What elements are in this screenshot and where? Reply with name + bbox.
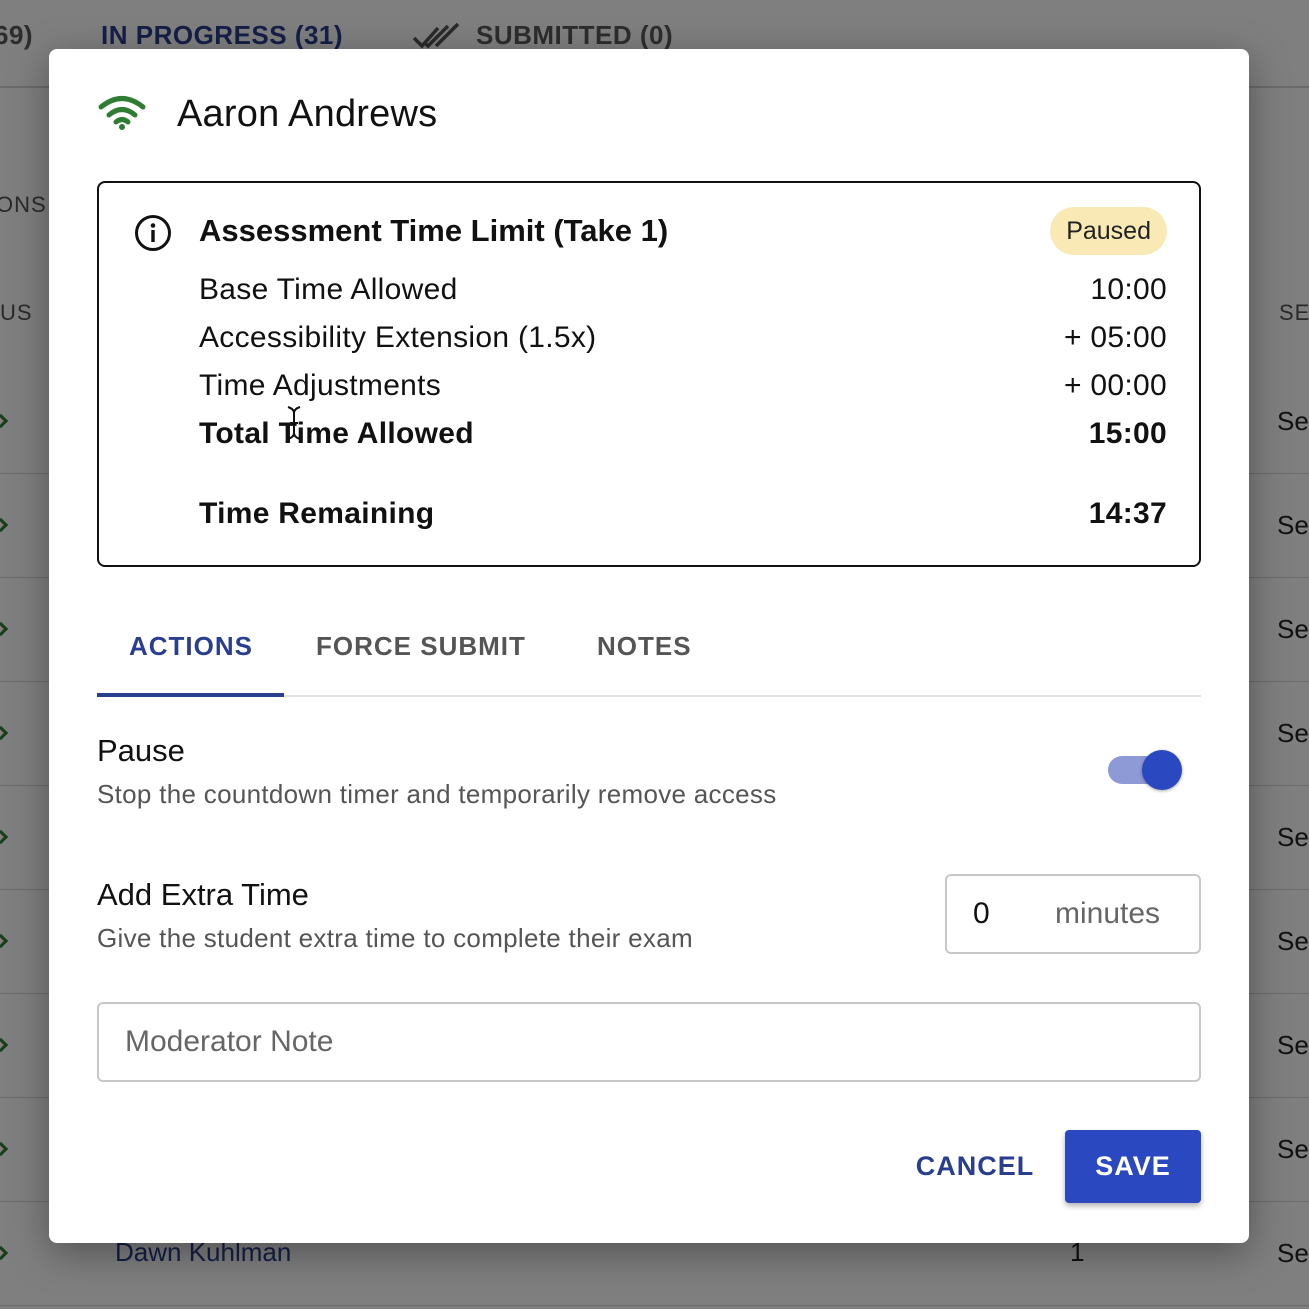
time-row-label: Base Time Allowed <box>199 273 458 306</box>
time-row-label: Accessibility Extension (1.5x) <box>199 321 597 354</box>
status-badge: Paused <box>1050 207 1167 255</box>
tab-indicator <box>97 693 284 697</box>
time-limit-title: Assessment Time Limit (Take 1) <box>199 213 669 248</box>
time-row-total: Total Time Allowed 15:00 <box>199 417 1167 451</box>
time-row-adjustments: Time Adjustments + 00:00 <box>199 369 1167 403</box>
cancel-button[interactable]: CANCEL <box>905 1130 1045 1202</box>
time-row-value: 10:00 <box>1090 273 1167 306</box>
time-remaining-value: 14:37 <box>1088 497 1167 530</box>
student-time-dialog: Aaron Andrews Assessment Time Limit (Tak… <box>49 49 1249 1243</box>
time-row-label: Time Adjustments <box>199 369 442 402</box>
dialog-header: Aaron Andrews <box>97 89 437 139</box>
pause-description: Stop the countdown timer and temporarily… <box>97 779 777 809</box>
time-row-label: Total Time Allowed <box>199 417 474 450</box>
time-row-remaining: Time Remaining 14:37 <box>199 497 1167 531</box>
wifi-icon <box>98 96 146 130</box>
time-remaining-label: Time Remaining <box>199 497 435 530</box>
time-limit-panel: Assessment Time Limit (Take 1) Paused Ba… <box>97 181 1201 567</box>
tab-actions[interactable]: ACTIONS <box>129 631 253 662</box>
time-row-value: 15:00 <box>1088 417 1167 450</box>
info-icon <box>135 215 171 251</box>
moderator-note-field <box>97 1002 1201 1082</box>
tab-force-submit[interactable]: FORCE SUBMIT <box>316 631 526 662</box>
time-row-extension: Accessibility Extension (1.5x) + 05:00 <box>199 321 1167 355</box>
moderator-note-input[interactable] <box>99 1004 1199 1080</box>
save-button[interactable]: SAVE <box>1065 1130 1201 1203</box>
time-row-value: + 05:00 <box>1063 321 1167 354</box>
time-row-base: Base Time Allowed 10:00 <box>199 273 1167 307</box>
extra-time-description: Give the student extra time to complete … <box>97 923 693 953</box>
extra-time-title: Add Extra Time <box>97 877 309 912</box>
tab-notes[interactable]: NOTES <box>597 631 692 662</box>
dialog-title: Aaron Andrews <box>177 92 438 135</box>
time-row-value: + 00:00 <box>1063 369 1167 402</box>
extra-time-field: minutes <box>945 874 1201 954</box>
extra-time-input[interactable] <box>947 884 1037 944</box>
extra-time-unit: minutes <box>1055 897 1161 930</box>
dialog-tabs: ACTIONS FORCE SUBMIT NOTES <box>97 609 1201 697</box>
pause-toggle[interactable] <box>1108 749 1188 793</box>
pause-title: Pause <box>97 733 185 768</box>
text-cursor-icon <box>287 406 301 440</box>
toggle-knob <box>1142 750 1182 790</box>
